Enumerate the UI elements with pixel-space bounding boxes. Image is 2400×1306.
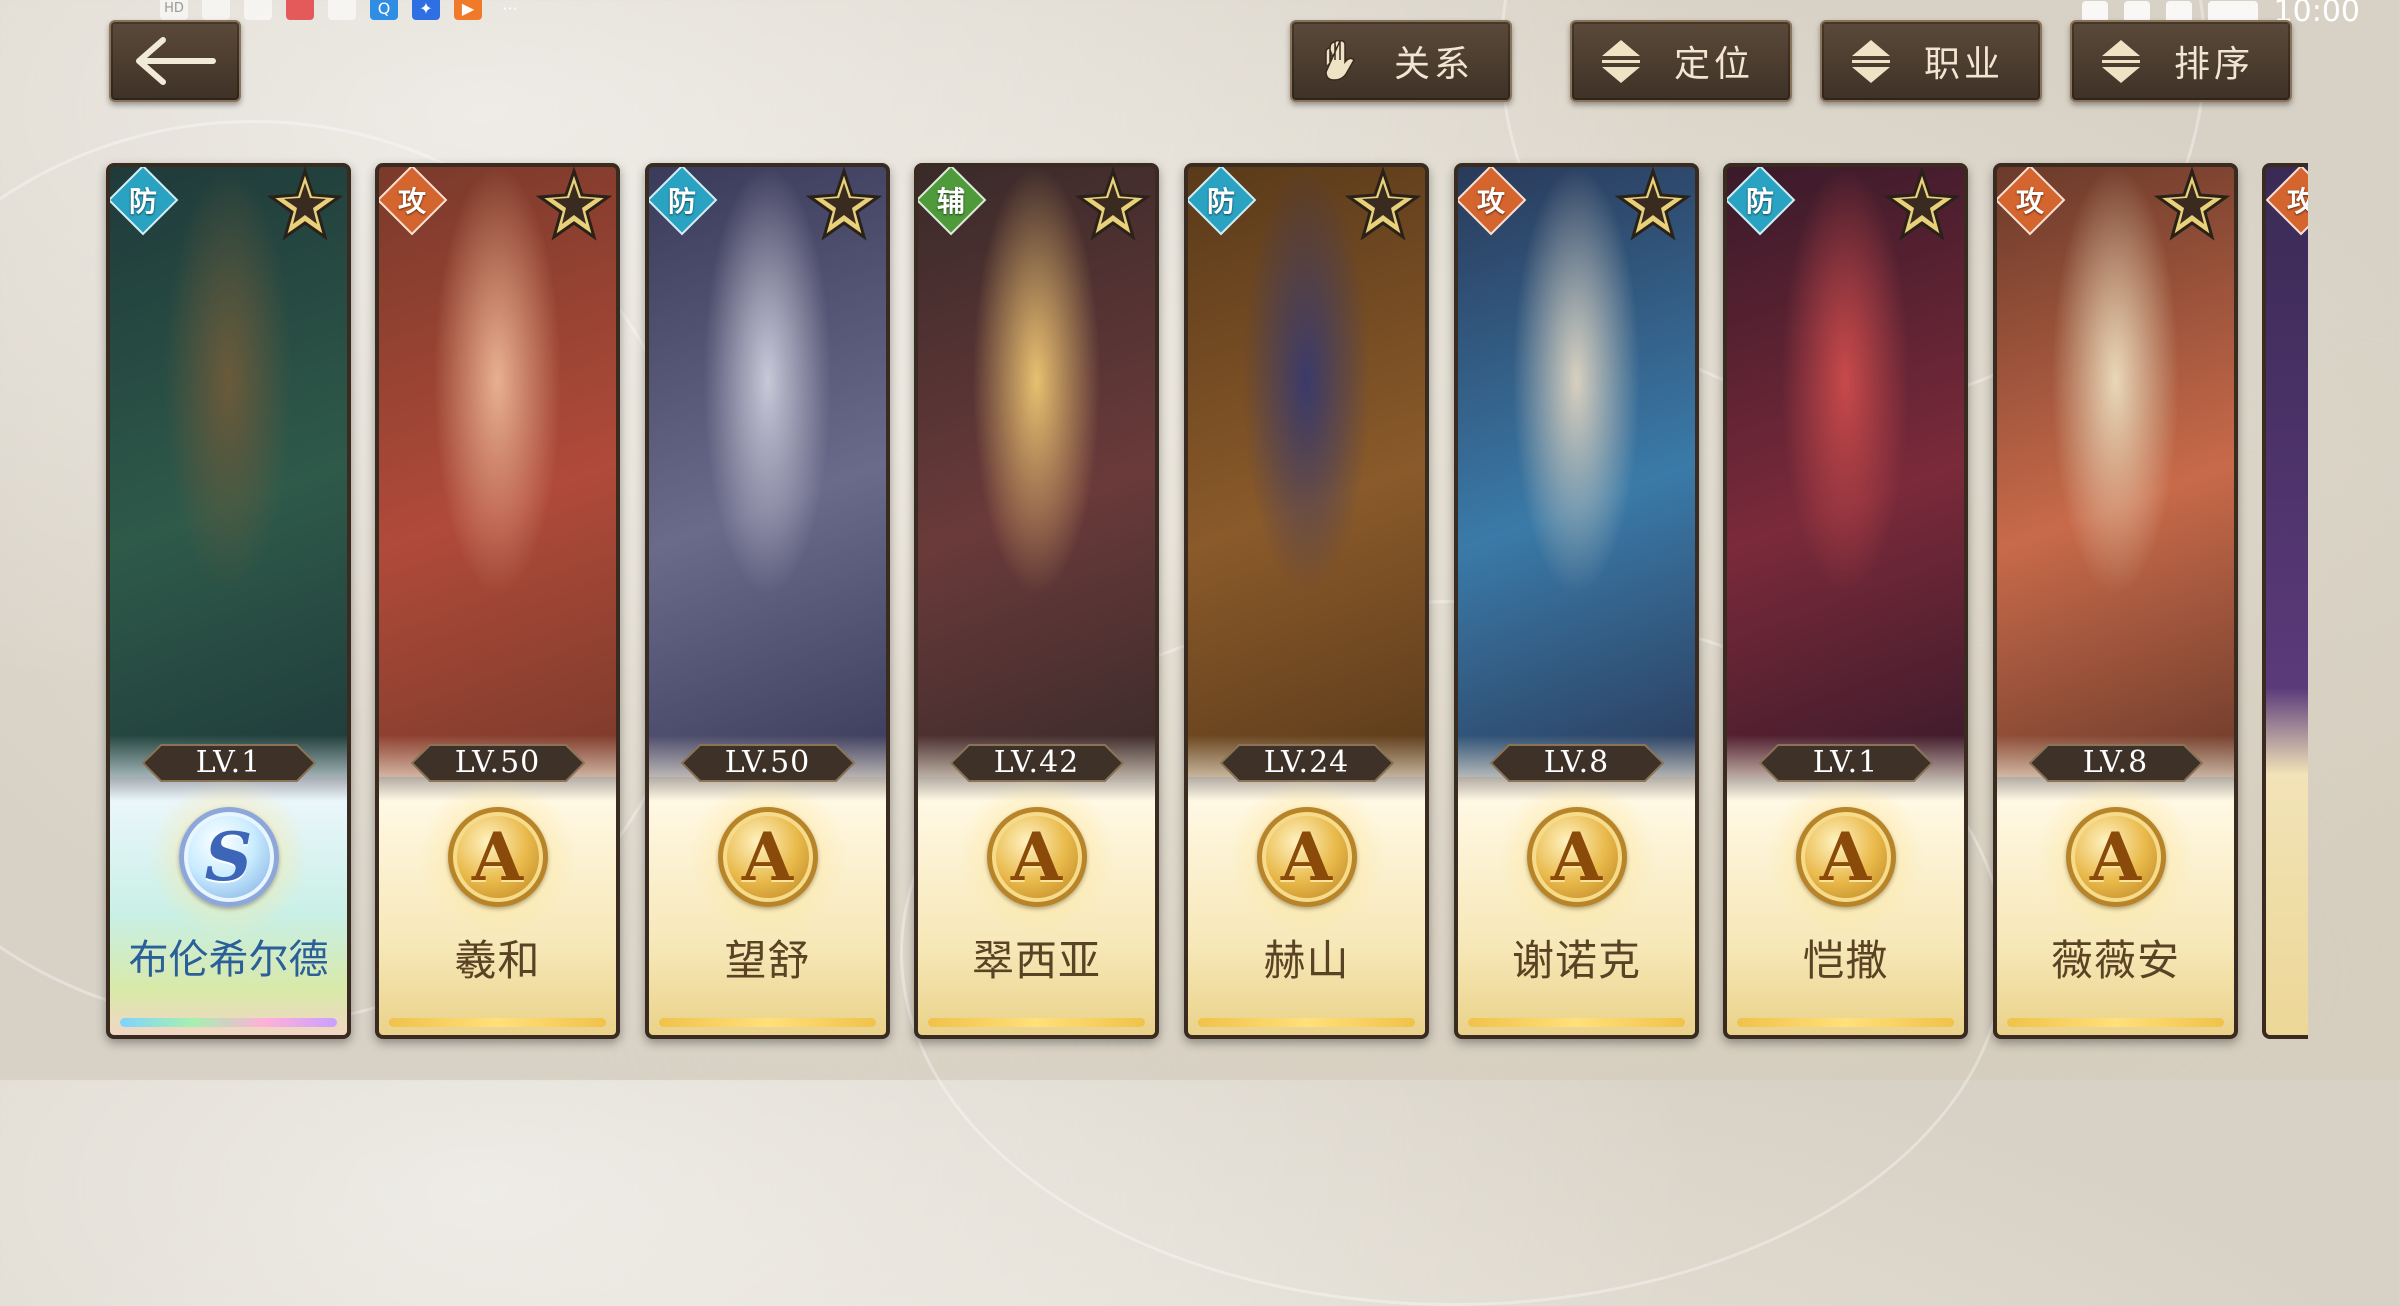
character-portrait — [110, 167, 347, 777]
role-label: 防 — [1745, 184, 1775, 218]
card-bottom-bar — [1468, 1018, 1685, 1027]
chat-icon — [328, 0, 356, 20]
character-card[interactable]: 防 LV.1 S 布伦希尔德 — [106, 163, 351, 1039]
app-icon — [286, 0, 314, 20]
star-icon — [536, 167, 612, 241]
star-icon — [1345, 167, 1421, 241]
character-card-partial[interactable]: 攻 — [2262, 163, 2308, 1039]
character-portrait — [1188, 167, 1425, 777]
character-card[interactable]: 防 LV.24 A 赫山 — [1184, 163, 1429, 1039]
role-label: 攻 — [1476, 184, 1506, 218]
position-filter-label: 定位 — [1673, 44, 1754, 85]
character-name: 赫山 — [1263, 936, 1350, 985]
sort-arrows-icon — [2094, 34, 2148, 88]
rank-label: A — [1550, 818, 1603, 896]
rank-label: A — [741, 818, 794, 896]
position-filter-button[interactable]: 定位 — [1570, 20, 1792, 102]
glove-icon — [1314, 34, 1368, 88]
card-bottom-bar — [120, 1018, 337, 1027]
role-label: 防 — [667, 184, 697, 218]
signal-icon — [202, 0, 230, 20]
character-card[interactable]: 辅 LV.42 A 翠西亚 — [914, 163, 1159, 1039]
rank-emblem: A — [417, 777, 578, 937]
wifi-icon — [244, 0, 272, 20]
relation-filter-label: 关系 — [1393, 44, 1474, 85]
star-icon — [267, 167, 343, 241]
character-name: 布伦希尔德 — [128, 937, 329, 983]
bulb-app-icon: ✦ — [412, 0, 440, 20]
character-portrait — [1458, 167, 1695, 777]
card-bottom-bar — [659, 1018, 876, 1027]
rank-label: A — [1819, 818, 1872, 896]
rank-label: S — [204, 818, 253, 896]
card-bottom-bar — [389, 1018, 606, 1027]
rank-label: A — [471, 818, 524, 896]
card-bottom-bar — [1737, 1018, 1954, 1027]
character-card[interactable]: 攻 LV.8 A 薇薇安 — [1993, 163, 2238, 1039]
rank-emblem: A — [1496, 777, 1657, 937]
character-name: 谢诺克 — [1511, 936, 1641, 985]
character-card[interactable]: 防 LV.50 A 望舒 — [645, 163, 890, 1039]
rank-emblem: A — [1765, 777, 1926, 937]
role-label: 攻 — [2015, 184, 2045, 218]
role-label: 防 — [1206, 184, 1236, 218]
character-name: 翠西亚 — [971, 936, 1101, 985]
star-icon — [2154, 167, 2230, 241]
character-portrait — [379, 167, 616, 777]
role-label: 防 — [128, 184, 158, 218]
character-name: 羲和 — [454, 936, 541, 985]
card-bottom-bar — [1198, 1018, 1415, 1027]
class-filter-button[interactable]: 职业 — [1820, 20, 2042, 102]
rank-emblem: A — [687, 777, 848, 937]
rank-label: A — [1280, 818, 1333, 896]
relation-filter-button[interactable]: 关系 — [1290, 20, 1512, 102]
character-card[interactable]: 攻 LV.50 A 羲和 — [375, 163, 620, 1039]
back-arrow-icon — [136, 37, 216, 85]
sort-arrows-icon — [1594, 34, 1648, 88]
role-badge: 攻 — [2266, 167, 2308, 236]
character-name: 薇薇安 — [2050, 936, 2180, 985]
rank-emblem: S — [148, 777, 309, 937]
back-button[interactable] — [109, 20, 241, 102]
role-label: 攻 — [397, 184, 427, 218]
character-card[interactable]: 攻 LV.8 A 谢诺克 — [1454, 163, 1699, 1039]
class-filter-label: 职业 — [1923, 44, 2004, 85]
sort-button[interactable]: 排序 — [2070, 20, 2292, 102]
character-portrait — [649, 167, 886, 777]
card-bottom-bar — [2007, 1018, 2224, 1027]
star-icon — [1075, 167, 1151, 241]
character-name: 望舒 — [724, 936, 811, 985]
rank-emblem: A — [2035, 777, 2196, 937]
character-name: 恺撒 — [1802, 936, 1889, 985]
rank-emblem: A — [956, 777, 1117, 937]
hd-icon: HD — [160, 0, 188, 20]
character-portrait — [1727, 167, 1964, 777]
rank-label: A — [2089, 818, 2142, 896]
search-app-icon: Q — [370, 0, 398, 20]
star-icon — [1884, 167, 1960, 241]
card-bottom-bar — [928, 1018, 1145, 1027]
role-label: 辅 — [936, 184, 966, 218]
star-icon — [1615, 167, 1691, 241]
sort-arrows-icon — [1844, 34, 1898, 88]
sort-label: 排序 — [2173, 44, 2254, 85]
play-app-icon: ▶ — [454, 0, 482, 20]
star-icon — [806, 167, 882, 241]
more-icon: ··· — [502, 0, 518, 18]
character-portrait — [918, 167, 1155, 777]
character-card[interactable]: 防 LV.1 A 恺撒 — [1723, 163, 1968, 1039]
character-portrait — [1997, 167, 2234, 777]
rank-emblem: A — [1226, 777, 1387, 937]
rank-label: A — [1010, 818, 1063, 896]
